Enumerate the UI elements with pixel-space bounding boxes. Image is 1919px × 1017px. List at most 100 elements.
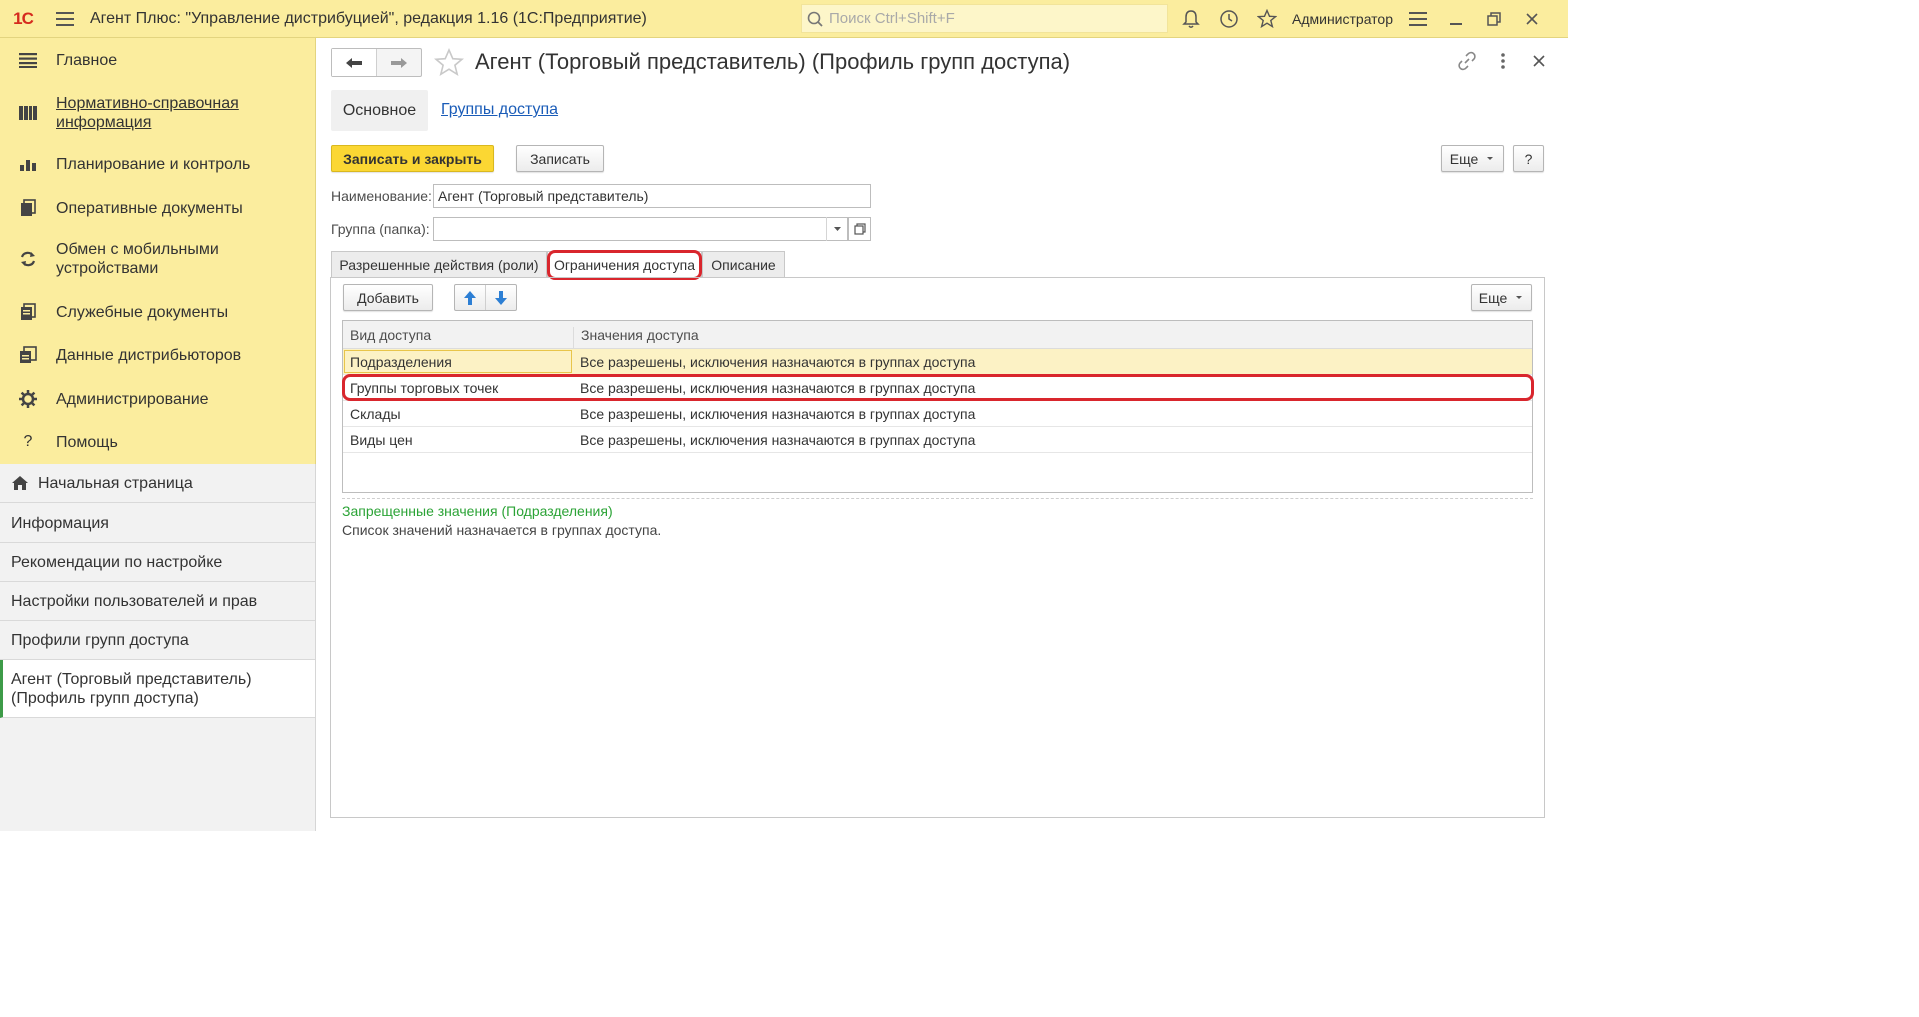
tab-allowed-actions[interactable]: Разрешенные действия (роли) [331, 251, 547, 277]
cell-access-kind: Виды цен [350, 432, 413, 448]
table-row[interactable]: Виды цен Все разрешены, исключения назна… [343, 427, 1532, 453]
nav-item-recommendations[interactable]: Рекомендации по настройке [0, 543, 315, 582]
nav-item-user-settings[interactable]: Настройки пользователей и прав [0, 582, 315, 621]
cell-access-values: Все разрешены, исключения назначаются в … [580, 354, 976, 370]
section-label: Оперативные документы [56, 199, 243, 217]
minimize-icon[interactable] [1437, 0, 1475, 38]
help-button[interactable]: ? [1513, 145, 1544, 172]
section-planning[interactable]: Планирование и контроль [0, 152, 316, 176]
hint-separator [342, 498, 1533, 499]
favorites-star-icon[interactable] [1248, 0, 1286, 38]
nav-item-access-profiles[interactable]: Профили групп доступа [0, 621, 315, 660]
forbidden-values-note: Список значений назначается в группах до… [342, 522, 662, 538]
open-windows-panel: Начальная страница Информация Рекомендац… [0, 464, 316, 831]
column-header-access-kind[interactable]: Вид доступа [350, 327, 431, 343]
nav-item-current-profile[interactable]: Агент (Торговый представитель) (Профиль … [0, 660, 315, 718]
section-label: Планирование и контроль [56, 155, 251, 173]
arrow-down-icon [494, 290, 507, 305]
arrow-right-icon [390, 57, 407, 68]
history-icon[interactable] [1210, 0, 1248, 38]
arrow-left-icon [345, 57, 362, 68]
documents-icon [17, 197, 39, 219]
link-icon[interactable] [1456, 50, 1478, 72]
nav-item-home[interactable]: Начальная страница [0, 464, 315, 503]
cell-access-values: Все разрешены, исключения назначаются в … [580, 406, 976, 422]
section-label: Администрирование [56, 390, 209, 408]
cell-access-kind: Подразделения [350, 354, 452, 370]
search-input[interactable]: Поиск Ctrl+Shift+F [801, 4, 1168, 33]
app-title: Агент Плюс: "Управление дистрибуцией", р… [90, 9, 647, 27]
section-main[interactable]: Главное [0, 48, 316, 72]
group-field[interactable] [433, 217, 848, 241]
section-label: Обмен с мобильными устройствами [56, 241, 219, 277]
save-and-close-button[interactable]: Записать и закрыть [331, 145, 494, 172]
title-bar: 1С Агент Плюс: "Управление дистрибуцией"… [0, 0, 1568, 38]
cell-access-values: Все разрешены, исключения назначаются в … [580, 432, 976, 448]
group-open-button[interactable] [848, 217, 871, 241]
profile-form: Агент (Торговый представитель) (Профиль … [316, 38, 1568, 831]
section-label: Служебные документы [56, 303, 229, 321]
arrow-up-icon [463, 290, 476, 305]
tab-main[interactable]: Основное [331, 90, 428, 131]
back-button[interactable] [332, 49, 377, 76]
tab-description[interactable]: Описание [702, 251, 785, 277]
column-header-access-values[interactable]: Значения доступа [581, 327, 699, 343]
access-kinds-table: Вид доступа Значения доступа Подразделен… [342, 320, 1533, 493]
1c-logo[interactable]: 1С [0, 0, 46, 38]
tab-access-groups[interactable]: Группы доступа [441, 101, 558, 119]
section-administration[interactable]: Администрирование [0, 387, 316, 411]
bell-icon[interactable] [1172, 0, 1210, 38]
section-service-docs[interactable]: Служебные документы [0, 300, 316, 324]
save-button[interactable]: Записать [516, 145, 604, 172]
more-grid-label: Еще [1478, 289, 1508, 306]
section-help[interactable]: ? Помощь [0, 430, 316, 454]
move-buttons [454, 284, 517, 311]
forbidden-values-title: Запрещенные значения (Подразделения) [342, 503, 613, 519]
history-navigation [331, 48, 422, 77]
name-label: Наименование: [331, 188, 432, 204]
sync-icon [17, 248, 39, 270]
table-row[interactable]: Склады Все разрешены, исключения назнача… [343, 401, 1532, 427]
section-distributor-data[interactable]: Данные дистрибьюторов [0, 343, 316, 367]
more-button[interactable]: Еще [1441, 145, 1504, 172]
add-button[interactable]: Добавить [343, 284, 433, 311]
home-icon [12, 476, 28, 490]
nav-item-label: Начальная страница [38, 474, 193, 492]
section-mobile-exchange[interactable]: Обмен с мобильными устройствами [0, 240, 316, 278]
more-actions-icon[interactable] [1492, 50, 1514, 72]
move-down-button[interactable] [486, 285, 516, 310]
favorite-star-icon[interactable] [433, 48, 465, 80]
sections-panel: Главное Нормативно-справочная информация… [0, 38, 316, 464]
group-dropdown-button[interactable] [826, 217, 847, 241]
section-label: Нормативно-справочная информация [56, 95, 239, 131]
catalog-icon [17, 102, 39, 124]
table-header: Вид доступа Значения доступа [343, 321, 1532, 355]
restore-icon[interactable] [1475, 0, 1513, 38]
help-icon: ? [23, 433, 33, 450]
table-row[interactable]: Группы торговых точек Все разрешены, иск… [343, 375, 1532, 401]
more-grid-button[interactable]: Еще [1471, 284, 1532, 311]
forward-button[interactable] [377, 49, 422, 76]
tab-access-restrictions[interactable]: Ограничения доступа [547, 251, 702, 278]
move-up-button[interactable] [455, 285, 486, 310]
nav-item-label: Информация [11, 514, 109, 532]
table-row[interactable]: Подразделения Все разрешены, исключения … [343, 349, 1532, 375]
main-menu-icon[interactable] [46, 0, 84, 38]
section-label: Главное [56, 51, 118, 69]
nav-item-information[interactable]: Информация [0, 504, 315, 543]
section-operational-docs[interactable]: Оперативные документы [0, 196, 316, 220]
close-window-icon[interactable] [1513, 0, 1551, 38]
nav-item-label: Агент (Торговый представитель) (Профиль … [11, 670, 252, 707]
nav-item-label: Настройки пользователей и прав [11, 592, 258, 610]
search-icon [807, 11, 823, 27]
current-user[interactable]: Администратор [1292, 11, 1393, 27]
nav-item-label: Профили групп доступа [11, 631, 189, 649]
close-form-icon[interactable] [1528, 50, 1550, 72]
chart-icon [17, 153, 39, 175]
open-form-icon [853, 223, 866, 235]
gear-icon [17, 388, 39, 410]
section-reference-info[interactable]: Нормативно-справочная информация [0, 94, 316, 132]
settings-menu-icon[interactable] [1399, 0, 1437, 38]
form-title: Агент (Торговый представитель) (Профиль … [475, 49, 1071, 74]
name-field[interactable]: Агент (Торговый представитель) [433, 184, 871, 208]
